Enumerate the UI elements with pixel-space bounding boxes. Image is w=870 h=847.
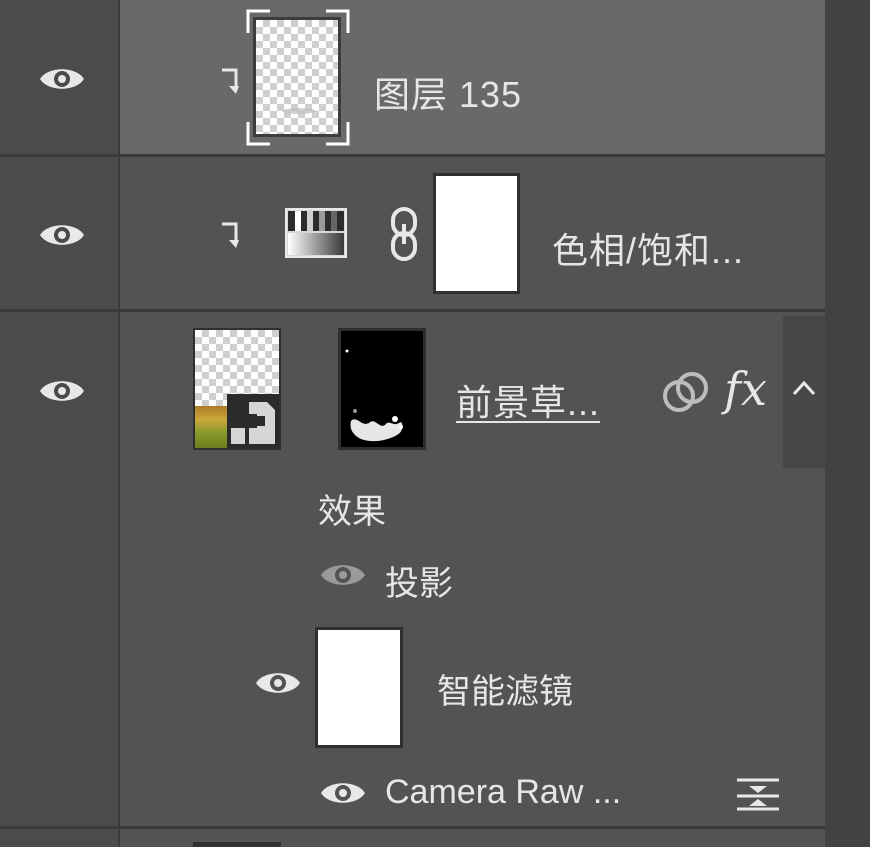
eye-icon[interactable] — [38, 376, 86, 406]
filter-blending-options-icon[interactable] — [735, 776, 781, 812]
eye-icon[interactable] — [254, 668, 302, 698]
eye-icon[interactable] — [319, 560, 367, 590]
panel-scrollbar-track[interactable] — [825, 0, 870, 847]
layer-name[interactable]: 色相/饱和... — [552, 222, 744, 274]
layers-panel: 图层 135 色相/饱和... 前景草... fx 效果 投影 智能滤镜 Cam… — [0, 0, 870, 847]
row-divider — [0, 154, 825, 157]
hue-saturation-adjustment-icon[interactable] — [285, 208, 347, 258]
clipping-arrow-icon — [222, 222, 239, 248]
effect-name[interactable]: 投影 — [385, 556, 453, 605]
effects-header[interactable]: 效果 — [318, 484, 386, 533]
next-layer-thumbnail[interactable] — [193, 842, 281, 847]
smart-filters-label[interactable]: 智能滤镜 — [437, 664, 573, 713]
smart-object-thumbnail[interactable] — [193, 328, 281, 450]
collapse-effects-button[interactable] — [783, 316, 825, 468]
layer-name[interactable]: 前景草... — [456, 374, 600, 426]
chevron-up-icon — [792, 380, 816, 396]
smart-object-badge-icon — [227, 394, 279, 448]
thumbnail-selection-frame — [246, 9, 350, 146]
blending-options-icon[interactable] — [662, 371, 710, 415]
eye-icon[interactable] — [38, 220, 86, 250]
column-divider — [118, 0, 120, 847]
smart-filter-name[interactable]: Camera Raw ... — [385, 773, 621, 812]
eye-icon[interactable] — [319, 778, 367, 808]
layer-name[interactable]: 图层 135 — [374, 66, 522, 118]
eye-icon[interactable] — [38, 64, 86, 94]
clipping-arrow-icon — [222, 68, 239, 94]
smart-filter-mask-thumbnail[interactable] — [315, 627, 403, 748]
row-divider — [0, 309, 825, 312]
chain-link-icon[interactable] — [388, 206, 420, 262]
fx-icon[interactable]: fx — [724, 362, 767, 416]
row-divider — [0, 826, 825, 829]
layer-mask-thumbnail[interactable] — [433, 173, 520, 294]
layer-mask-thumbnail[interactable] — [338, 328, 426, 450]
